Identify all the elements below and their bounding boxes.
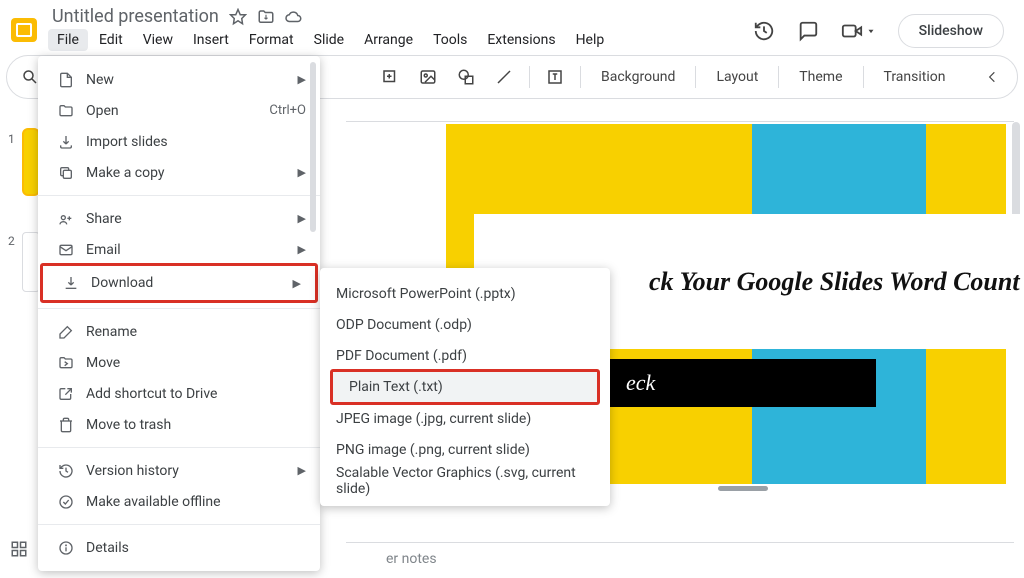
doc-title[interactable]: Untitled presentation: [52, 6, 219, 27]
insert-shape-icon[interactable]: [449, 60, 483, 94]
layout-button[interactable]: Layout: [704, 69, 770, 85]
submenu-arrow-icon: ▶: [298, 73, 306, 86]
submenu-arrow-icon: ▶: [298, 243, 306, 256]
file-import-label: Import slides: [78, 134, 306, 150]
horizontal-ruler: [346, 106, 1014, 122]
file-download-label: Download: [83, 275, 293, 291]
submenu-arrow-icon: ▶: [298, 464, 306, 477]
insert-image-icon[interactable]: [411, 60, 445, 94]
caret-down-icon[interactable]: [864, 19, 878, 43]
file-download-highlight: Download ▶: [40, 263, 318, 303]
download-jpg[interactable]: JPEG image (.jpg, current slide): [320, 403, 610, 434]
file-version-label: Version history: [78, 463, 298, 479]
history-icon[interactable]: [752, 19, 776, 43]
toolbar-collapse-icon[interactable]: [979, 64, 1005, 90]
insert-textbox-icon[interactable]: [538, 60, 572, 94]
file-make-copy[interactable]: Make a copy ▶: [38, 157, 320, 188]
file-trash-label: Move to trash: [78, 417, 306, 433]
info-icon: [54, 540, 78, 556]
menu-file[interactable]: File: [48, 29, 88, 51]
download-submenu: Microsoft PowerPoint (.pptx) ODP Documen…: [320, 268, 610, 506]
file-details-label: Details: [78, 540, 306, 556]
menu-insert[interactable]: Insert: [184, 29, 238, 51]
splitter-handle[interactable]: [718, 486, 768, 491]
download-pptx[interactable]: Microsoft PowerPoint (.pptx): [320, 278, 610, 309]
file-trash[interactable]: Move to trash: [38, 409, 320, 440]
folder-icon: [54, 103, 78, 119]
download-odp[interactable]: ODP Document (.odp): [320, 309, 610, 340]
file-menu-popup: New ▶ Open Ctrl+O Import slides Make a c…: [38, 56, 320, 571]
file-move[interactable]: Move: [38, 347, 320, 378]
file-details[interactable]: Details: [38, 532, 320, 563]
email-icon: [54, 242, 78, 258]
cloud-status-icon[interactable]: [285, 8, 303, 26]
thumb-number-2: 2: [8, 234, 15, 248]
submenu-arrow-icon: ▶: [298, 212, 306, 225]
file-open-hint: Ctrl+O: [269, 103, 306, 118]
file-move-label: Move: [78, 355, 306, 371]
menu-extensions[interactable]: Extensions: [478, 29, 564, 51]
trash-icon: [54, 417, 78, 433]
share-icon: [54, 211, 78, 227]
file-import-slides[interactable]: Import slides: [38, 126, 320, 157]
background-button[interactable]: Background: [589, 69, 687, 85]
submenu-arrow-icon: ▶: [298, 166, 306, 179]
file-copy-label: Make a copy: [78, 165, 298, 181]
file-version-history[interactable]: Version history ▶: [38, 455, 320, 486]
file-download[interactable]: Download ▶: [43, 266, 315, 300]
menu-tools[interactable]: Tools: [424, 29, 476, 51]
file-shortcut-label: Add shortcut to Drive: [78, 386, 306, 402]
menu-slide[interactable]: Slide: [305, 29, 353, 51]
file-open[interactable]: Open Ctrl+O: [38, 95, 320, 126]
history-icon: [54, 463, 78, 479]
present-camera-icon[interactable]: [840, 19, 864, 43]
file-rename[interactable]: Rename: [38, 316, 320, 347]
file-share[interactable]: Share ▶: [38, 203, 320, 234]
file-offline-label: Make available offline: [78, 494, 306, 510]
menu-bar: File Edit View Insert Format Slide Arran…: [48, 29, 752, 51]
menu-view[interactable]: View: [134, 29, 182, 51]
comments-icon[interactable]: [796, 19, 820, 43]
shortcut-icon: [54, 386, 78, 402]
import-icon: [54, 134, 78, 150]
thumb-number-1: 1: [8, 132, 15, 146]
star-icon[interactable]: [229, 8, 247, 26]
menu-arrange[interactable]: Arrange: [355, 29, 422, 51]
file-email-label: Email: [78, 242, 298, 258]
file-new[interactable]: New ▶: [38, 64, 320, 95]
copy-icon: [54, 165, 78, 181]
move-icon: [54, 355, 78, 371]
theme-button[interactable]: Theme: [787, 69, 854, 85]
file-icon: [54, 72, 78, 88]
zoom-icon[interactable]: [373, 60, 407, 94]
insert-line-icon[interactable]: [487, 60, 521, 94]
file-email[interactable]: Email ▶: [38, 234, 320, 265]
offline-icon: [54, 494, 78, 510]
speaker-notes[interactable]: er notes: [346, 542, 1014, 578]
menu-format[interactable]: Format: [240, 29, 303, 51]
download-txt-highlight: Plain Text (.txt): [330, 369, 600, 405]
slideshow-button[interactable]: Slideshow: [898, 14, 1004, 48]
file-share-label: Share: [78, 211, 298, 227]
download-txt[interactable]: Plain Text (.txt): [333, 372, 597, 402]
submenu-arrow-icon: ▶: [293, 277, 301, 290]
move-to-folder-icon[interactable]: [257, 8, 275, 26]
menu-edit[interactable]: Edit: [90, 29, 132, 51]
slide-subtitle-box: eck: [566, 359, 876, 407]
download-svg[interactable]: Scalable Vector Graphics (.svg, current …: [320, 465, 610, 496]
transition-button[interactable]: Transition: [872, 69, 958, 85]
file-offline[interactable]: Make available offline: [38, 486, 320, 517]
file-new-label: New: [78, 72, 298, 88]
download-icon: [59, 275, 83, 291]
menu-help[interactable]: Help: [567, 29, 614, 51]
download-pdf[interactable]: PDF Document (.pdf): [320, 340, 610, 371]
download-png[interactable]: PNG image (.png, current slide): [320, 434, 610, 465]
app-logo[interactable]: [6, 12, 42, 48]
file-rename-label: Rename: [78, 324, 306, 340]
file-add-shortcut[interactable]: Add shortcut to Drive: [38, 378, 320, 409]
file-open-label: Open: [78, 103, 269, 119]
menu-scrollbar[interactable]: [310, 62, 316, 232]
rename-icon: [54, 324, 78, 340]
grid-view-icon[interactable]: [10, 540, 28, 558]
